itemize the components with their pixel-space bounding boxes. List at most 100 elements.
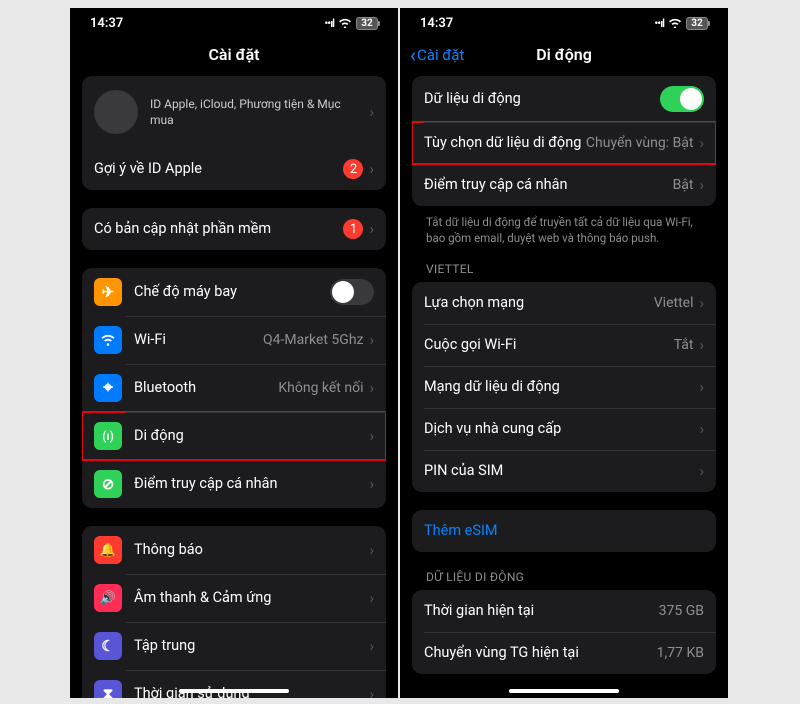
row-label: Chuyển vùng TG hiện tại (424, 644, 657, 662)
chevron-right-icon: › (699, 294, 704, 312)
row-label: Mạng dữ liệu di động (424, 378, 699, 396)
chevron-right-icon: › (699, 176, 704, 194)
speaker-icon: 🔊 (94, 584, 122, 612)
data-options-row[interactable]: Tùy chọn dữ liệu di động Chuyển vùng: Bậ… (412, 122, 716, 164)
chevron-right-icon: › (699, 336, 704, 354)
chevron-right-icon: › (369, 220, 374, 238)
row-label: Chế độ máy bay (134, 283, 330, 301)
row-label: PIN của SIM (424, 462, 699, 480)
row-label: Wi-Fi (134, 331, 263, 349)
wifi-icon (668, 17, 682, 31)
page-title: Di động (536, 45, 592, 64)
row-label: Âm thanh & Cảm ứng (134, 589, 369, 607)
row-value: Không kết nối (278, 380, 363, 396)
mobile-data-toggle[interactable] (660, 86, 704, 112)
mobile-data-row[interactable]: Dữ liệu di động (412, 76, 716, 122)
row-value: Chuyển vùng: Bật (586, 135, 694, 151)
status-indicators: ••ıl 32 (324, 17, 378, 31)
cellular-row[interactable]: (ı) Di động › (82, 412, 386, 460)
status-indicators: ••ıl 32 (654, 17, 708, 31)
add-esim-row[interactable]: Thêm eSIM (412, 510, 716, 552)
row-value: 375 GB (659, 603, 704, 619)
nav-header: ‹ Cài đặt Di động (400, 35, 728, 76)
status-bar: 14:37 ••ıl 32 (400, 8, 728, 35)
row-label: Điểm truy cập cá nhân (134, 475, 369, 493)
phone-right-cellular: 14:37 ••ıl 32 ‹ Cài đặt Di động Dữ liệu … (400, 8, 728, 698)
airplane-mode-row[interactable]: ✈ Chế độ máy bay (82, 268, 386, 316)
chevron-right-icon: › (699, 378, 704, 396)
chevron-right-icon: › (369, 427, 374, 445)
row-label: Tập trung (134, 637, 369, 655)
current-period-row[interactable]: Thời gian hiện tại 375 GB (412, 590, 716, 632)
wifi-calling-row[interactable]: Cuộc gọi Wi-Fi Tắt › (412, 324, 716, 366)
focus-row[interactable]: ☾ Tập trung › (82, 622, 386, 670)
back-label: Cài đặt (417, 46, 464, 64)
chevron-right-icon: › (369, 379, 374, 397)
bluetooth-icon: ⌖ (94, 374, 122, 402)
chevron-right-icon: › (699, 420, 704, 438)
cellular-icon: (ı) (94, 422, 122, 450)
bluetooth-row[interactable]: ⌖ Bluetooth Không kết nối › (82, 364, 386, 412)
badge: 1 (343, 219, 363, 239)
data-network-row[interactable]: Mạng dữ liệu di động › (412, 366, 716, 408)
chevron-right-icon: › (369, 637, 374, 655)
row-label: Di động (134, 427, 369, 445)
status-bar: 14:37 ••ıl 32 (70, 8, 398, 35)
page-title: Cài đặt (208, 45, 259, 64)
row-label: Có bản cập nhật phần mềm (94, 220, 343, 238)
signal-icon: ••ıl (654, 17, 664, 30)
notifications-row[interactable]: 🔔 Thông báo › (82, 526, 386, 574)
row-label: Thông báo (134, 541, 369, 559)
row-label: Dịch vụ nhà cung cấp (424, 420, 699, 438)
status-time: 14:37 (90, 16, 123, 31)
section-header-data: DỮ LIỆU DI ĐỘNG (412, 570, 716, 590)
chevron-right-icon: › (369, 103, 374, 121)
roaming-period-row[interactable]: Chuyển vùng TG hiện tại 1,77 KB (412, 632, 716, 674)
status-time: 14:37 (420, 16, 453, 31)
network-selection-row[interactable]: Lựa chọn mạng Viettel › (412, 282, 716, 324)
chevron-right-icon: › (369, 685, 374, 698)
chevron-right-icon: › (369, 589, 374, 607)
chevron-left-icon: ‹ (410, 45, 416, 65)
row-label: Cuộc gọi Wi-Fi (424, 336, 674, 354)
row-label: Tùy chọn dữ liệu di động (424, 134, 586, 152)
battery-icon: 32 (356, 17, 378, 30)
row-value: Viettel (654, 295, 694, 311)
avatar (94, 90, 138, 134)
home-indicator[interactable] (509, 689, 619, 693)
back-button[interactable]: ‹ Cài đặt (410, 45, 464, 65)
signal-icon: ••ıl (324, 17, 334, 30)
nav-header: Cài đặt (70, 35, 398, 76)
bell-icon: 🔔 (94, 536, 122, 564)
row-label: Dữ liệu di động (424, 90, 660, 108)
carrier-services-row[interactable]: Dịch vụ nhà cung cấp › (412, 408, 716, 450)
badge: 2 (343, 159, 363, 179)
sim-pin-row[interactable]: PIN của SIM › (412, 450, 716, 492)
hotspot-row[interactable]: Điểm truy cập cá nhân Bật › (412, 164, 716, 206)
section-header-carrier: VIETTEL (412, 262, 716, 282)
chevron-right-icon: › (699, 134, 704, 152)
row-value: Bật (673, 177, 694, 193)
personal-hotspot-row[interactable]: ⊘ Điểm truy cập cá nhân › (82, 460, 386, 508)
row-value: 1,77 KB (657, 645, 704, 661)
chevron-right-icon: › (369, 160, 374, 178)
software-update-row[interactable]: Có bản cập nhật phần mềm 1 › (82, 208, 386, 250)
airplane-icon: ✈ (94, 278, 122, 306)
airplane-toggle[interactable] (330, 279, 374, 305)
screentime-row[interactable]: ⧗ Thời gian sử dụng › (82, 670, 386, 698)
apple-id-suggestions-row[interactable]: Gợi ý về ID Apple 2 › (82, 148, 386, 190)
chevron-right-icon: › (369, 541, 374, 559)
hotspot-icon: ⊘ (94, 470, 122, 498)
wifi-row[interactable]: Wi-Fi Q4-Market 5Ghz › (82, 316, 386, 364)
row-label: Lựa chọn mạng (424, 294, 654, 312)
apple-id-subtitle: ID Apple, iCloud, Phương tiện & Mục mua (150, 96, 369, 128)
apple-id-row[interactable]: ID Apple, iCloud, Phương tiện & Mục mua … (82, 76, 386, 148)
wifi-icon (338, 17, 352, 31)
row-label: Thêm eSIM (424, 522, 704, 540)
row-label: Thời gian hiện tại (424, 602, 659, 620)
home-indicator[interactable] (179, 689, 289, 693)
moon-icon: ☾ (94, 632, 122, 660)
row-label: Bluetooth (134, 379, 278, 397)
row-value: Tắt (674, 337, 694, 353)
sounds-row[interactable]: 🔊 Âm thanh & Cảm ứng › (82, 574, 386, 622)
